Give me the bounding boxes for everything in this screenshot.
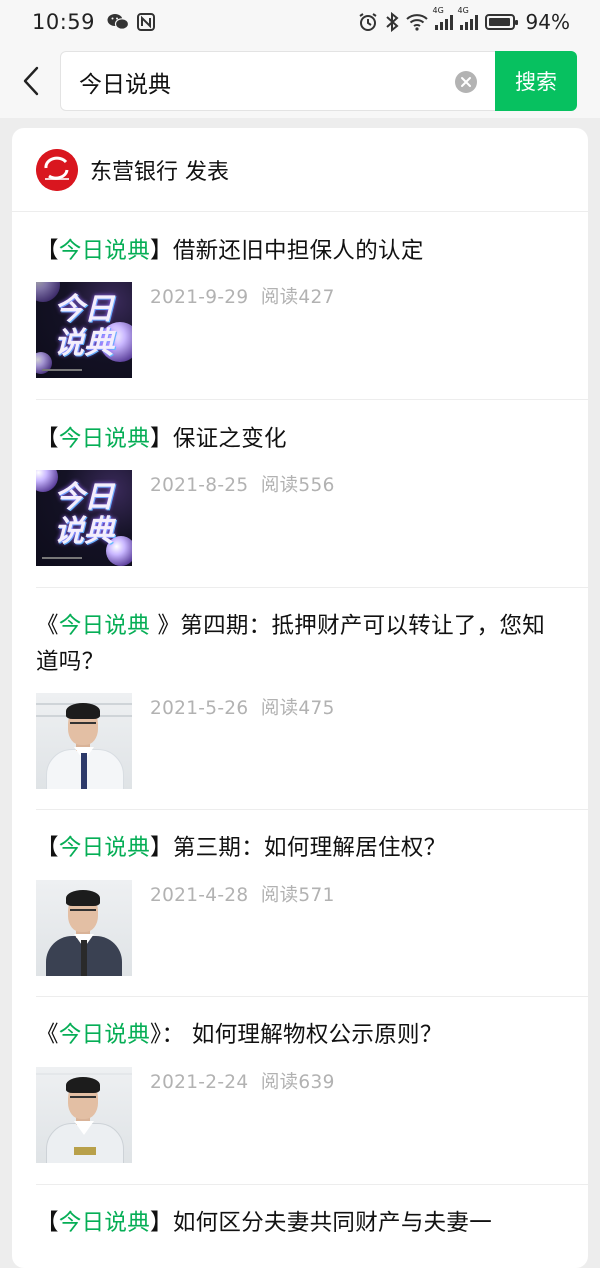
publisher-name: 东营银行 发表 xyxy=(90,159,229,185)
article-reads: 阅读556 xyxy=(260,475,335,496)
article-title: 【今日说典】借新还旧中担保人的认定 xyxy=(36,238,424,264)
article-reads: 阅读571 xyxy=(260,885,335,906)
keyword-highlight: 今日说典 xyxy=(58,238,151,264)
battery-icon xyxy=(484,14,518,30)
wechat-icon xyxy=(107,13,130,31)
alarm-icon xyxy=(358,12,378,32)
article-reads: 阅读639 xyxy=(260,1072,335,1093)
article-item[interactable]: 【今日说典】第三期：如何理解居住权？ 2021-4-28 阅读571 xyxy=(36,810,588,997)
back-button[interactable] xyxy=(16,64,46,98)
keyword-highlight: 今日说典 xyxy=(58,426,151,452)
signal-4g-icon: 4G xyxy=(433,6,453,30)
keyword-highlight: 今日说典 xyxy=(58,613,151,639)
keyword-highlight: 今日说典 xyxy=(58,1210,151,1236)
search-box[interactable] xyxy=(60,51,496,111)
wifi-icon xyxy=(405,13,428,31)
article-title: 【今日说典】第三期：如何理解居住权？ xyxy=(36,835,447,861)
article-item[interactable]: 《今日说典》： 如何理解物权公示原则？ 2021-2-24 阅读639 xyxy=(36,997,588,1185)
article-title: 《今日说典 》第四期：抵押财产可以转让了，您知道吗？ xyxy=(36,613,546,675)
nfc-icon xyxy=(137,13,156,31)
signal-4g-icon: 4G xyxy=(458,6,478,30)
clear-icon[interactable] xyxy=(455,71,477,93)
article-title: 【今日说典】如何区分夫妻共同财产与夫妻一 xyxy=(36,1210,493,1236)
search-bar: 搜索 xyxy=(0,44,600,118)
article-title: 【今日说典】保证之变化 xyxy=(36,426,287,452)
article-meta: 2021-5-26 阅读475 xyxy=(150,694,335,720)
article-title: 《今日说典》： 如何理解物权公示原则？ xyxy=(36,1022,443,1048)
article-item[interactable]: 《今日说典 》第四期：抵押财产可以转让了，您知道吗？ 2021-5-26 阅读4… xyxy=(36,588,588,810)
status-bar: 10:59 4G 4G 94% xyxy=(0,0,600,44)
article-thumbnail: 今日 说典 xyxy=(36,282,132,378)
status-time: 10:59 xyxy=(32,10,96,34)
publisher-logo xyxy=(36,148,78,191)
article-thumbnail xyxy=(36,1067,132,1163)
chevron-left-icon xyxy=(23,66,39,96)
keyword-highlight: 今日说典 xyxy=(58,835,151,861)
article-date: 2021-2-24 xyxy=(150,1072,249,1093)
article-thumbnail: 今日 说典 xyxy=(36,470,132,566)
article-date: 2021-9-29 xyxy=(150,287,249,308)
article-item[interactable]: 【今日说典】保证之变化 今日 说典 2021-8-25 阅读556 xyxy=(36,400,588,588)
article-date: 2021-5-26 xyxy=(150,698,249,719)
article-reads: 阅读475 xyxy=(260,698,335,719)
article-item[interactable]: 【今日说典】如何区分夫妻共同财产与夫妻一 xyxy=(36,1185,588,1268)
battery-percent: 94% xyxy=(525,10,570,34)
article-date: 2021-8-25 xyxy=(150,475,249,496)
publisher-header[interactable]: 东营银行 发表 xyxy=(12,128,588,212)
bluetooth-icon xyxy=(385,12,399,32)
article-thumbnail xyxy=(36,693,132,789)
search-button[interactable]: 搜索 xyxy=(495,51,577,111)
article-meta: 2021-2-24 阅读639 xyxy=(150,1068,335,1094)
article-meta: 2021-9-29 阅读427 xyxy=(150,283,335,309)
article-meta: 2021-8-25 阅读556 xyxy=(150,471,335,497)
results-card: 东营银行 发表 【今日说典】借新还旧中担保人的认定 今日 说典 2021-9-2… xyxy=(12,128,588,1268)
article-meta: 2021-4-28 阅读571 xyxy=(150,881,335,907)
search-input[interactable] xyxy=(79,66,439,98)
article-item[interactable]: 【今日说典】借新还旧中担保人的认定 今日 说典 2021-9-29 阅读427 xyxy=(36,212,588,400)
article-thumbnail xyxy=(36,880,132,976)
article-date: 2021-4-28 xyxy=(150,885,249,906)
article-reads: 阅读427 xyxy=(260,287,335,308)
keyword-highlight: 今日说典 xyxy=(58,1022,151,1048)
